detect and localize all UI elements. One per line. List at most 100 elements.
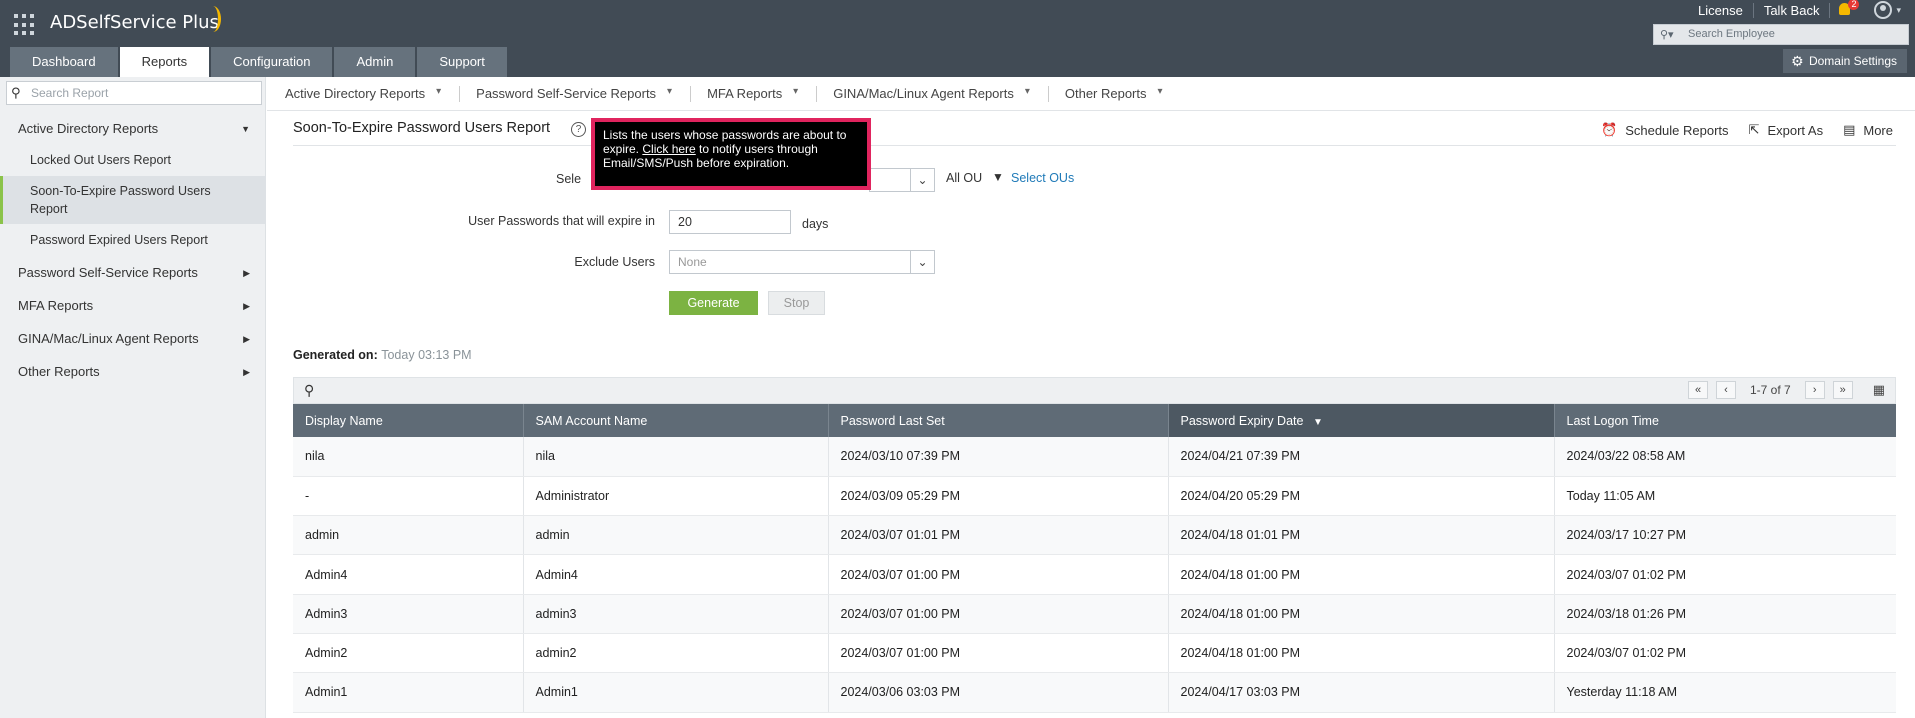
sidebar-item-password-expired[interactable]: Password Expired Users Report bbox=[0, 233, 266, 247]
tab-configuration[interactable]: Configuration bbox=[211, 47, 333, 77]
column-sam-account-name[interactable]: SAM Account Name bbox=[523, 404, 829, 437]
report-table: Display Name SAM Account Name Password L… bbox=[293, 404, 1896, 713]
help-icon[interactable]: ? bbox=[571, 122, 586, 137]
cell-password-last-set: 2024/03/09 05:29 PM bbox=[828, 476, 1169, 517]
sidebar-item-active-directory-reports[interactable]: Active Directory Reports ▼ bbox=[0, 121, 266, 136]
page-title: Soon-To-Expire Password Users Report bbox=[293, 120, 551, 136]
main-tabs: Dashboard Reports Configuration Admin Su… bbox=[10, 47, 509, 77]
column-chooser-icon[interactable]: ▦ bbox=[1873, 382, 1885, 398]
chevron-down-icon: ⌄ bbox=[910, 169, 934, 191]
help-tooltip: Lists the users whose passwords are abou… bbox=[591, 118, 871, 190]
expire-label: User Passwords that will expire in bbox=[468, 214, 655, 228]
cell-password-last-set: 2024/03/06 03:03 PM bbox=[828, 672, 1169, 713]
column-password-last-set[interactable]: Password Last Set bbox=[828, 404, 1169, 437]
talk-back-link[interactable]: Talk Back bbox=[1754, 2, 1831, 18]
alarm-clock-icon: ⏰ bbox=[1601, 122, 1618, 137]
cell-display-name: - bbox=[293, 476, 524, 517]
table-toolbar: ⚲ « ‹ 1-7 of 7 › » ▦ bbox=[293, 377, 1896, 404]
prev-page-button[interactable]: ‹ bbox=[1716, 381, 1736, 399]
more-button[interactable]: ▤ More bbox=[1843, 122, 1893, 138]
subnav-mfa-reports[interactable]: MFA Reports bbox=[707, 86, 800, 101]
generate-button[interactable]: Generate bbox=[669, 291, 758, 315]
first-page-button[interactable]: « bbox=[1688, 381, 1708, 399]
tab-admin[interactable]: Admin bbox=[334, 47, 416, 77]
cell-display-name: admin bbox=[293, 515, 524, 556]
app-logo: ADSelfService Plus bbox=[50, 12, 219, 33]
notification-badge: 2 bbox=[1848, 0, 1860, 10]
cell-display-name: Admin2 bbox=[293, 633, 524, 674]
next-page-button[interactable]: › bbox=[1804, 381, 1825, 399]
sidebar-item-mfa-reports[interactable]: MFA Reports ▶ bbox=[0, 298, 266, 313]
schedule-reports-button[interactable]: ⏰ Schedule Reports bbox=[1601, 122, 1729, 138]
export-as-button[interactable]: ⇱ Export As bbox=[1749, 122, 1824, 138]
cell-last-logon-time: Yesterday 11:18 AM bbox=[1554, 672, 1896, 713]
cell-sam-account-name: nila bbox=[523, 437, 829, 477]
cell-sam-account-name: Administrator bbox=[523, 476, 829, 517]
domain-select[interactable]: ⌄ bbox=[869, 168, 935, 192]
employee-search-input[interactable]: ⚲▾ Search Employee bbox=[1653, 24, 1909, 45]
tab-dashboard[interactable]: Dashboard bbox=[10, 47, 118, 77]
table-row[interactable]: - Administrator 2024/03/09 05:29 PM 2024/04… bbox=[293, 476, 1896, 517]
divider bbox=[690, 85, 692, 102]
sidebar-item-soon-to-expire[interactable]: Soon-To-Expire Password Users Report bbox=[0, 176, 266, 224]
table-row[interactable]: nila nila 2024/03/10 07:39 PM 2024/04/21 07… bbox=[293, 437, 1896, 477]
cell-sam-account-name: Admin1 bbox=[523, 672, 829, 713]
employee-search-placeholder: Search Employee bbox=[1688, 28, 1775, 40]
cell-last-logon-time: 2024/03/22 08:58 AM bbox=[1554, 437, 1896, 477]
sidebar-item-label: Password Expired Users Report bbox=[30, 233, 208, 247]
cell-password-last-set: 2024/03/10 07:39 PM bbox=[828, 437, 1169, 477]
filter-icon: ▼ bbox=[992, 170, 1004, 184]
top-links: License Talk Back 2 ▾ bbox=[1688, 0, 1901, 20]
notification-bell-icon[interactable]: 2 bbox=[1836, 0, 1860, 19]
exclude-users-select[interactable]: None ⌄ bbox=[669, 250, 935, 274]
avatar-caret-icon[interactable]: ▾ bbox=[1896, 5, 1901, 16]
user-avatar-icon[interactable] bbox=[1874, 1, 1893, 19]
search-icon: ⚲▾ bbox=[1660, 29, 1674, 41]
cell-password-last-set: 2024/03/07 01:00 PM bbox=[828, 554, 1169, 595]
cell-password-expiry-date: 2024/04/18 01:00 PM bbox=[1168, 633, 1555, 674]
generated-on: Generated on: Today 03:13 PM bbox=[293, 348, 472, 362]
caret-right-icon: ▶ bbox=[243, 334, 250, 344]
sidebar-item-label: Active Directory Reports bbox=[18, 121, 159, 136]
table-row[interactable]: Admin4 Admin4 2024/03/07 01:00 PM 2024/04/1… bbox=[293, 554, 1896, 595]
tab-support[interactable]: Support bbox=[417, 47, 507, 77]
sidebar-item-label: MFA Reports bbox=[18, 298, 94, 313]
column-last-logon-time[interactable]: Last Logon Time bbox=[1554, 404, 1896, 437]
subnav-other-reports[interactable]: Other Reports bbox=[1065, 86, 1165, 101]
domain-settings-label: Domain Settings bbox=[1808, 54, 1897, 68]
domain-settings-button[interactable]: ⚙ Domain Settings bbox=[1782, 49, 1907, 73]
cell-password-last-set: 2024/03/07 01:00 PM bbox=[828, 633, 1169, 674]
sidebar-item-other-reports[interactable]: Other Reports ▶ bbox=[0, 364, 266, 379]
sidebar-item-label: Locked Out Users Report bbox=[30, 153, 172, 167]
subnav-gina-reports[interactable]: GINA/Mac/Linux Agent Reports bbox=[833, 86, 1032, 101]
table-row[interactable]: admin admin 2024/03/07 01:01 PM 2024/04/18 … bbox=[293, 515, 1896, 556]
select-ous-link[interactable]: Select OUs bbox=[1011, 171, 1074, 185]
tab-reports[interactable]: Reports bbox=[119, 47, 210, 77]
sidebar-item-label: Password Self-Service Reports bbox=[18, 265, 198, 280]
sort-desc-icon: ▼ bbox=[1312, 416, 1323, 428]
cell-sam-account-name: admin bbox=[523, 515, 829, 556]
tooltip-click-here-link[interactable]: Click here bbox=[642, 142, 695, 156]
table-search-icon[interactable]: ⚲ bbox=[304, 382, 314, 399]
days-label: days bbox=[802, 217, 829, 231]
subnav-password-self-service-reports[interactable]: Password Self-Service Reports bbox=[476, 86, 674, 101]
table-row[interactable]: Admin2 admin2 2024/03/07 01:00 PM 2024/04/1… bbox=[293, 633, 1896, 674]
caret-right-icon: ▶ bbox=[243, 367, 250, 377]
license-link[interactable]: License bbox=[1688, 2, 1754, 18]
stop-button[interactable]: Stop bbox=[768, 291, 825, 315]
report-search-input[interactable]: ⚲ Search Report bbox=[6, 81, 262, 105]
sidebar-item-locked-out-users[interactable]: Locked Out Users Report bbox=[0, 153, 266, 167]
expire-days-input[interactable]: 20 bbox=[669, 210, 791, 234]
caret-right-icon: ▶ bbox=[243, 268, 250, 278]
column-display-name[interactable]: Display Name bbox=[293, 404, 524, 437]
subnav-active-directory-reports[interactable]: Active Directory Reports bbox=[285, 86, 443, 101]
export-as-label: Export As bbox=[1767, 122, 1824, 138]
sidebar-item-password-self-service[interactable]: Password Self-Service Reports ▶ bbox=[0, 265, 266, 280]
table-row[interactable]: Admin3 admin3 2024/03/07 01:00 PM 2024/04/1… bbox=[293, 594, 1896, 634]
column-password-expiry-date[interactable]: Password Expiry Date ▼ bbox=[1168, 404, 1555, 437]
last-page-button[interactable]: » bbox=[1832, 381, 1853, 399]
table-row[interactable]: Admin1 Admin1 2024/03/06 03:03 PM 2024/04/1… bbox=[293, 672, 1896, 713]
sidebar-item-gina-reports[interactable]: GINA/Mac/Linux Agent Reports ▶ bbox=[0, 331, 266, 346]
cell-last-logon-time: 2024/03/17 10:27 PM bbox=[1554, 515, 1896, 556]
app-grid-icon[interactable] bbox=[14, 14, 36, 36]
